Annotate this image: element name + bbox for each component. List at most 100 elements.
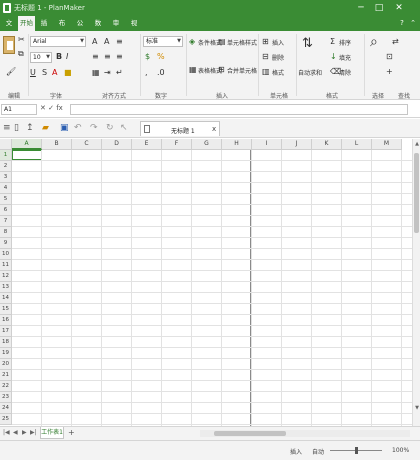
delete-cells-icon[interactable]: ⊟	[262, 52, 269, 61]
column-header[interactable]: H	[222, 139, 252, 150]
column-header[interactable]: B	[42, 139, 72, 150]
column-header[interactable]: K	[312, 139, 342, 150]
row-header[interactable]: 13	[0, 282, 12, 293]
tab-data[interactable]: 数据	[91, 16, 105, 42]
tab-layout[interactable]: 布局	[55, 16, 69, 42]
row-header[interactable]: 20	[0, 359, 12, 370]
row-header[interactable]: 6	[0, 205, 12, 216]
close-document-icon[interactable]: x	[212, 125, 216, 133]
row-header[interactable]: 23	[0, 392, 12, 403]
collapse-ribbon-icon[interactable]: ⌃	[408, 17, 418, 29]
horizontal-scrollbar[interactable]	[200, 430, 410, 437]
pointer-icon[interactable]: ↖	[120, 123, 128, 133]
autosum-icon[interactable]: Σ	[330, 37, 335, 46]
strikethrough-icon[interactable]: S	[42, 68, 47, 77]
autosave-indicator[interactable]: 自动	[312, 447, 324, 456]
align-right-icon[interactable]: ≡	[116, 52, 123, 61]
name-box[interactable]: A1	[1, 104, 37, 115]
insert-cells-button[interactable]: 插入	[272, 38, 284, 47]
planmaker-app-icon[interactable]	[3, 3, 11, 13]
insert-function-icon[interactable]: fx	[56, 104, 63, 112]
cell-style-button[interactable]: 单元格样式	[227, 38, 257, 47]
row-header[interactable]: 9	[0, 238, 12, 249]
goto-icon[interactable]: +	[386, 67, 393, 76]
cancel-edit-icon[interactable]: ✕	[40, 104, 46, 112]
row-header[interactable]: 3	[0, 172, 12, 183]
add-sheet-icon[interactable]: +	[68, 428, 75, 437]
table-format-icon[interactable]: ▦	[189, 65, 197, 74]
align-center-icon[interactable]: ≡	[104, 52, 111, 61]
row-header[interactable]: 11	[0, 260, 12, 271]
copy-icon[interactable]: ⧉	[18, 49, 24, 58]
tab-file[interactable]: 文件	[2, 16, 16, 42]
font-name-combo[interactable]: Arial ▼	[30, 36, 86, 47]
percent-icon[interactable]: %	[157, 52, 165, 61]
column-header[interactable]: G	[192, 139, 222, 150]
confirm-edit-icon[interactable]: ✓	[48, 104, 54, 112]
font-color-icon[interactable]: A	[52, 68, 57, 77]
refresh-icon[interactable]: ↻	[106, 123, 114, 133]
next-sheet-icon[interactable]: ▶	[22, 429, 27, 436]
row-header[interactable]: 18	[0, 337, 12, 348]
open-folder-icon[interactable]: ▰	[42, 123, 49, 133]
column-header[interactable]: I	[252, 139, 282, 150]
row-header[interactable]: 16	[0, 315, 12, 326]
zoom-slider-knob[interactable]	[355, 447, 358, 454]
thousands-icon[interactable]: ,	[145, 68, 148, 77]
row-header[interactable]: 21	[0, 370, 12, 381]
fill-button[interactable]: 填充	[339, 53, 351, 62]
clear-button[interactable]: 清除	[339, 68, 351, 77]
row-header[interactable]: 1	[0, 150, 12, 161]
merge-icon[interactable]: ⊞	[218, 65, 225, 74]
row-header[interactable]: 15	[0, 304, 12, 315]
font-size-combo[interactable]: 10 ▼	[30, 52, 52, 63]
format-cells-icon[interactable]: ▥	[262, 67, 270, 76]
row-header[interactable]: 19	[0, 348, 12, 359]
zoom-level[interactable]: 100%	[392, 447, 409, 454]
delete-cells-button[interactable]: 删除	[272, 53, 284, 62]
close-window-button[interactable]: ✕	[392, 1, 406, 15]
highlight-icon[interactable]: ■	[64, 68, 72, 77]
row-header[interactable]: 4	[0, 183, 12, 194]
shrink-font-icon[interactable]: A	[104, 37, 109, 46]
row-header[interactable]: 14	[0, 293, 12, 304]
save-icon[interactable]: ▣	[60, 123, 69, 133]
replace-icon[interactable]: ⇄	[392, 37, 399, 46]
column-header[interactable]: J	[282, 139, 312, 150]
number-format-combo[interactable]: 标准 ▼	[143, 36, 183, 47]
insert-cells-icon[interactable]: ⊞	[262, 37, 269, 46]
row-header[interactable]: 7	[0, 216, 12, 227]
italic-icon[interactable]: I	[66, 52, 68, 61]
row-header[interactable]: 5	[0, 194, 12, 205]
row-header[interactable]: 25	[0, 414, 12, 425]
column-header[interactable]: M	[372, 139, 402, 150]
row-header[interactable]: 12	[0, 271, 12, 282]
row-header[interactable]: 17	[0, 326, 12, 337]
select-all-corner[interactable]	[0, 139, 12, 150]
align-top-icon[interactable]: ≡	[116, 37, 123, 46]
tab-home[interactable]: 开始	[18, 16, 35, 31]
merge-cells-button[interactable]: 合并单元格	[227, 66, 257, 75]
help-icon[interactable]: ?	[397, 17, 407, 29]
redo-icon[interactable]: ↷	[90, 123, 98, 133]
paste-icon[interactable]	[3, 36, 15, 54]
bold-icon[interactable]: B	[56, 52, 62, 61]
insert-mode-indicator[interactable]: 插入	[290, 447, 302, 456]
column-header[interactable]: F	[162, 139, 192, 150]
row-header[interactable]: 8	[0, 227, 12, 238]
scroll-down-icon[interactable]: ▼	[413, 405, 420, 411]
last-sheet-icon[interactable]: ▶|	[30, 429, 37, 436]
cell-area[interactable]	[12, 150, 412, 426]
scroll-up-icon[interactable]: ▲	[413, 141, 420, 147]
document-tab[interactable]: 无标题 1 x	[140, 121, 220, 136]
row-header[interactable]: 22	[0, 381, 12, 392]
format-cells-button[interactable]: 格式	[272, 68, 284, 77]
active-cell[interactable]	[12, 150, 42, 160]
tab-review[interactable]: 审阅	[109, 16, 123, 42]
column-header[interactable]: E	[132, 139, 162, 150]
spreadsheet-grid[interactable]: ABCDEFGHIJKLM 1 2 3 4 5 6 7 8 9 10 11 12 13 14 15 16 17 1…	[0, 139, 420, 426]
format-painter-icon[interactable]: 🖌	[6, 67, 16, 76]
borders-icon[interactable]: ▦	[92, 68, 100, 77]
maximize-button[interactable]: □	[372, 1, 386, 15]
cell-style-icon[interactable]: ▤	[218, 37, 226, 46]
